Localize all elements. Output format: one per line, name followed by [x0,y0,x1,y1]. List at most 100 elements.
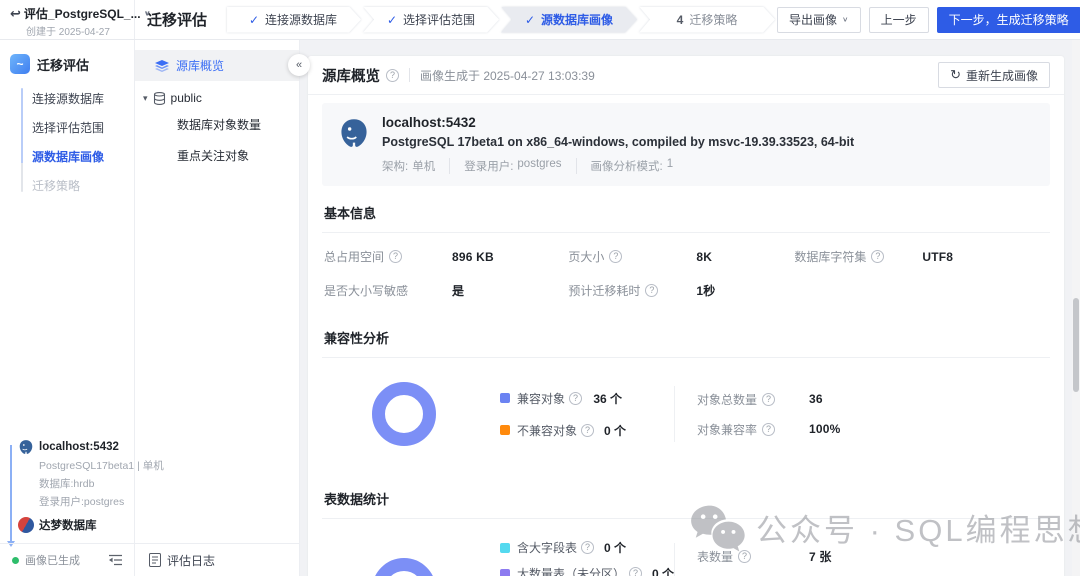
app-icon: ~ [10,54,30,74]
dameng-logo-icon [18,517,34,533]
table-stats-values: 表数量? 7 张 表总行数? 3,243 行 表总大小? 552 KB [697,548,856,576]
help-icon[interactable]: ? [581,424,594,437]
sidebar-item-migration-strategy[interactable]: 迁移策略 [32,171,134,200]
help-icon[interactable]: ? [871,250,884,263]
help-icon[interactable]: ? [629,567,642,576]
top-bar: ↩ 评估_PostgreSQL_... ∨ 创建于 2025-04-27 迁移评… [0,0,1080,40]
login-user-value: postgres [517,158,561,174]
tree-node-public[interactable]: ▾ public [135,81,299,109]
document-icon [149,553,161,567]
source-meta-row: 架构:单机 登录用户:postgres 画像分析模式:1 [382,158,854,174]
divider [674,386,675,442]
legend-swatch-icon [500,543,510,553]
compatibility-donut-chart [372,382,436,446]
status-dot-icon [12,557,19,564]
chevron-down-icon[interactable]: ∨ [144,9,151,18]
postgresql-logo-icon [18,439,34,455]
legend-lob-tables: 含大字段表 ? 0 个 [500,539,622,556]
field-migration-eta: 预计迁移耗时? 1秒 [568,282,794,299]
object-tree-panel: « 源库概览 ▾ public 数据库对象数量 重点关注对象 [135,40,300,576]
main-content: 源库概览 ? 画像生成于 2025-04-27 13:03:39 ↻ 重新生成画… [300,40,1080,576]
sidebar-header: ~ 迁移评估 [0,40,134,84]
legend-compatible: 兼容对象 ? 36 个 [500,390,622,407]
field-total-space: 总占用空间? 896 KB [324,248,568,265]
refresh-icon: ↻ [950,67,961,83]
stat-total-objects: 对象总数量? 36 [697,391,841,408]
project-switcher[interactable]: ↩ 评估_PostgreSQL_... ∨ 创建于 2025-04-27 [0,0,135,39]
sidebar-title: 迁移评估 [37,55,89,74]
card-header: 源库概览 ? 画像生成于 2025-04-27 13:03:39 ↻ 重新生成画… [308,56,1064,95]
sidebar-item-source-profile[interactable]: 源数据库画像 [32,142,134,171]
legend-incompatible: 不兼容对象 ? 0 个 [500,422,622,439]
step-select-scope[interactable]: ✓ 选择评估范围 [363,7,499,33]
wizard-steps: ✓ 连接源数据库 ✓ 选择评估范围 ✓ 源数据库画像 4 迁移策略 [225,7,777,33]
scrollbar-track[interactable] [1072,40,1080,576]
connection-host: localhost:5432 [39,441,119,453]
sidebar-nav: 连接源数据库 选择评估范围 源数据库画像 迁移策略 [0,84,134,200]
compatibility-title: 兼容性分析 [322,315,1050,358]
compatibility-stats: 对象总数量? 36 对象兼容率? 100% [697,391,841,438]
help-icon[interactable]: ? [569,392,582,405]
help-icon[interactable]: ? [389,250,402,263]
assessment-log-button[interactable]: 评估日志 [135,543,299,576]
page-title: 迁移评估 [147,9,207,30]
project-created-date: 创建于 2025-04-27 [10,23,126,38]
table-stats-legend: 含大字段表 ? 0 个 大数量表（未分区） ? 0 个 分区表 [500,539,622,576]
tree-item-key-objects[interactable]: 重点关注对象 [135,140,299,171]
legend-swatch-icon [500,425,510,435]
source-host: localhost:5432 [382,115,854,130]
tree-caret-icon[interactable]: ▾ [143,93,148,104]
project-title: 评估_PostgreSQL_... [24,5,141,22]
toolbar-actions: 导出画像 ∨ 上一步 下一步，生成迁移策略 [777,7,1080,33]
help-icon[interactable]: ? [386,69,399,82]
check-icon: ✓ [387,13,397,27]
collapse-sidebar-icon[interactable] [108,554,123,566]
target-database-label: 达梦数据库 [39,517,97,533]
layers-icon [155,60,169,72]
field-charset: 数据库字符集? UTF8 [794,248,1048,265]
source-db-banner: localhost:5432 PostgreSQL 17beta1 on x86… [322,103,1050,186]
sidebar-item-select-scope[interactable]: 选择评估范围 [32,113,134,142]
back-icon[interactable]: ↩ [10,6,21,22]
export-profile-button[interactable]: 导出画像 ∨ [777,7,861,33]
basic-info-section: 基本信息 总占用空间? 896 KB 页大小? 8K 数据库字符集? UTF8 [322,190,1050,311]
table-stats-title: 表数据统计 [322,476,1050,519]
next-step-button[interactable]: 下一步，生成迁移策略 [937,7,1080,33]
arch-value: 单机 [412,158,435,174]
step-source-profile[interactable]: ✓ 源数据库画像 [501,7,637,33]
divider [674,543,675,576]
help-icon[interactable]: ? [609,250,622,263]
chevron-down-icon: ∨ [842,15,849,24]
tree-item-object-count[interactable]: 数据库对象数量 [135,109,299,140]
database-icon [153,92,166,105]
tree-schema-label: public [171,91,202,105]
step-connect-source[interactable]: ✓ 连接源数据库 [225,7,361,33]
profile-status-text: 画像已生成 [25,552,80,568]
tree-item-overview[interactable]: 源库概览 [135,50,299,81]
help-icon[interactable]: ? [762,423,775,436]
collapse-panel-icon[interactable]: « [288,54,310,76]
connection-summary: localhost:5432 PostgreSQL17beta1 | 单机 数据… [0,435,135,543]
profile-mode-value: 1 [667,158,673,174]
field-case-sensitive: 是否大小写敏感 是 [324,282,568,299]
previous-step-button[interactable]: 上一步 [869,7,929,33]
table-stats-donut-chart [372,558,436,576]
migration-flow-arrow [10,445,12,545]
help-icon[interactable]: ? [738,550,751,563]
help-icon[interactable]: ? [762,393,775,406]
profile-generated-at: 画像生成于 2025-04-27 13:03:39 [420,67,595,84]
regenerate-profile-button[interactable]: ↻ 重新生成画像 [938,62,1050,88]
connection-database: 数据库:hrdb [18,476,131,491]
check-icon: ✓ [525,13,535,27]
overview-card: 源库概览 ? 画像生成于 2025-04-27 13:03:39 ↻ 重新生成画… [308,56,1064,576]
legend-swatch-icon [500,393,510,403]
help-icon[interactable]: ? [581,541,594,554]
help-icon[interactable]: ? [645,284,658,297]
tree-overview-label: 源库概览 [176,57,224,74]
overview-title: 源库概览 [322,65,380,86]
step-migration-strategy[interactable]: 4 迁移策略 [639,7,775,33]
scrollbar-thumb[interactable] [1073,298,1079,392]
postgresql-logo-icon [338,117,370,149]
step-number: 4 [677,13,684,27]
sidebar-item-connect-source[interactable]: 连接源数据库 [32,84,134,113]
